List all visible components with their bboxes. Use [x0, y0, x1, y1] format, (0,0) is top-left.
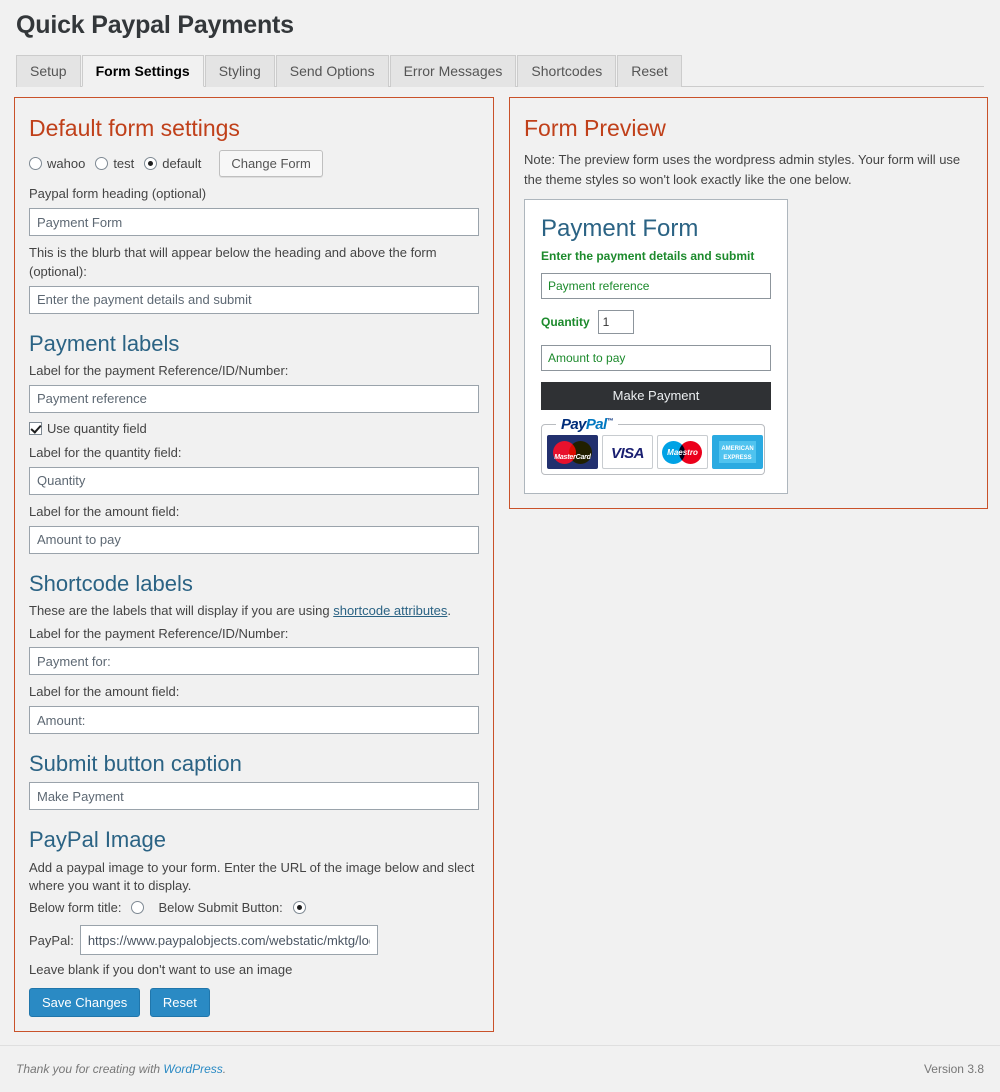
paypal-heading-input[interactable]	[29, 208, 479, 237]
preview-quantity-row: Quantity	[541, 309, 771, 334]
use-quantity-row: Use quantity field	[29, 421, 479, 436]
shortcode-reference-label: Label for the payment Reference/ID/Numbe…	[29, 625, 289, 641]
payment-reference-label: Label for the payment Reference/ID/Numbe…	[29, 363, 289, 379]
shortcode-reference-input[interactable]	[29, 647, 479, 676]
preview-quantity-label: Quantity	[541, 314, 590, 329]
below-form-title-label: Below form title:	[29, 900, 122, 916]
use-quantity-checkbox[interactable]	[29, 421, 42, 435]
reset-button[interactable]: Reset	[149, 988, 210, 1018]
paypal-url-input[interactable]	[79, 925, 378, 956]
below-submit-button-label: Below Submit Button:	[158, 900, 283, 916]
preview-make-payment-button[interactable]: Make Payment	[541, 381, 771, 410]
preview-form-blurb: Enter the payment details and submit	[541, 248, 755, 263]
preview-form-title: Payment Form	[541, 215, 699, 243]
quantity-field-input[interactable]	[29, 466, 479, 495]
payment-labels-heading: Payment labels	[29, 330, 180, 356]
tab-bar: Setup Form Settings Styling Send Options Err…	[16, 54, 984, 87]
preview-reference-input[interactable]	[541, 272, 771, 299]
paypal-image-heading: PayPal Image	[29, 827, 166, 853]
maestro-label: Maestro	[667, 447, 698, 457]
shortcode-amount-input[interactable]	[29, 706, 479, 735]
radio-wahoo-label: wahoo	[47, 156, 86, 172]
tab-error-messages[interactable]: Error Messages	[389, 55, 517, 87]
blurb-label: This is the blurb that will appear below…	[29, 245, 437, 279]
paypal-url-label: PayPal:	[29, 932, 74, 948]
preview-quantity-input[interactable]	[597, 309, 634, 334]
paypal-heading-label: Paypal form heading (optional)	[29, 186, 207, 202]
tab-form-settings[interactable]: Form Settings	[81, 55, 204, 87]
panel-heading-form-preview: Form Preview	[524, 115, 666, 141]
tab-styling[interactable]: Styling	[204, 55, 275, 87]
shortcode-amount-label: Label for the amount field:	[29, 684, 180, 700]
american-express-icon: AMERICAN EXPRESS	[712, 434, 763, 469]
change-form-button[interactable]: Change Form	[219, 150, 323, 178]
tab-shortcodes[interactable]: Shortcodes	[517, 55, 617, 87]
page-title: Quick Paypal Payments	[16, 11, 294, 39]
shortcode-desc: These are the labels that will display i…	[29, 602, 479, 621]
form-selector-row: wahoo test default Change Form	[29, 150, 479, 178]
radio-test-label: test	[113, 156, 135, 172]
footer: Thank you for creating with WordPress. V…	[0, 1045, 1000, 1092]
form-preview-note: Note: The preview form uses the wordpres…	[524, 152, 961, 187]
form-preview-box: Payment Form Enter the payment details a…	[524, 199, 788, 494]
radio-default-label: default	[162, 156, 202, 172]
paypal-wordmark-pal: Pal	[585, 415, 607, 433]
amount-field-label: Label for the amount field:	[29, 503, 180, 519]
use-quantity-label: Use quantity field	[47, 420, 147, 436]
payment-reference-input[interactable]	[29, 384, 479, 413]
shortcode-desc-after: .	[447, 602, 452, 618]
tab-reset[interactable]: Reset	[617, 55, 682, 87]
form-actions: Save Changes Reset	[29, 988, 479, 1018]
preview-amount-input[interactable]	[541, 344, 771, 371]
form-preview-panel: Form Preview Note: The preview form uses…	[509, 97, 988, 509]
panel-heading-default-form-settings: Default form settings	[29, 115, 240, 141]
save-changes-button[interactable]: Save Changes	[29, 988, 141, 1018]
blurb-input[interactable]	[29, 285, 479, 314]
paypal-url-note: Leave blank if you don't want to use an …	[29, 962, 293, 978]
paypal-wordmark: PayPal™	[556, 415, 619, 433]
submit-button-caption-heading: Submit button caption	[29, 751, 242, 777]
radio-wahoo[interactable]	[29, 157, 42, 171]
mastercard-icon: MasterCard	[547, 434, 598, 469]
footer-thanks: Thank you for creating with WordPress.	[16, 1062, 226, 1076]
tab-setup[interactable]: Setup	[16, 55, 81, 87]
tab-send-options[interactable]: Send Options	[275, 55, 389, 87]
card-logos: MasterCard VISA Maestro AMERICAN EXPRESS	[547, 434, 763, 469]
trademark-icon: ™	[606, 417, 614, 425]
shortcode-desc-before: These are the labels that will display i…	[29, 602, 334, 618]
radio-below-submit-button[interactable]	[292, 901, 306, 915]
radio-default[interactable]	[144, 157, 158, 171]
quantity-field-label: Label for the quantity field:	[29, 444, 182, 460]
visa-icon: VISA	[602, 434, 653, 469]
shortcode-attributes-link[interactable]: shortcode attributes	[333, 603, 447, 618]
amount-field-input[interactable]	[29, 525, 479, 554]
paypal-image-desc: Add a paypal image to your form. Enter t…	[29, 859, 475, 894]
paypal-cards-badge: PayPal™ MasterCard VISA Maestro AMERICAN…	[541, 416, 765, 475]
radio-test[interactable]	[95, 157, 109, 171]
default-form-settings-panel: Default form settings wahoo test default…	[14, 97, 494, 1033]
submit-caption-input[interactable]	[29, 782, 479, 811]
shortcode-labels-heading: Shortcode labels	[29, 570, 193, 596]
visa-label: VISA	[610, 444, 645, 462]
paypal-wordmark-pay: Pay	[561, 415, 586, 433]
footer-version: Version 3.8	[923, 1062, 984, 1076]
radio-below-form-title[interactable]	[131, 901, 145, 915]
wordpress-link[interactable]: WordPress	[163, 1062, 222, 1076]
paypal-image-position-row: Below form title: Below Submit Button:	[29, 900, 479, 915]
paypal-url-row: PayPal:	[29, 925, 479, 956]
footer-thanks-before: Thank you for creating with	[16, 1062, 164, 1076]
maestro-icon: Maestro	[657, 434, 708, 469]
amex-label: AMERICAN EXPRESS	[721, 445, 754, 461]
mastercard-label: MasterCard	[554, 453, 591, 461]
footer-thanks-after: .	[222, 1062, 227, 1076]
